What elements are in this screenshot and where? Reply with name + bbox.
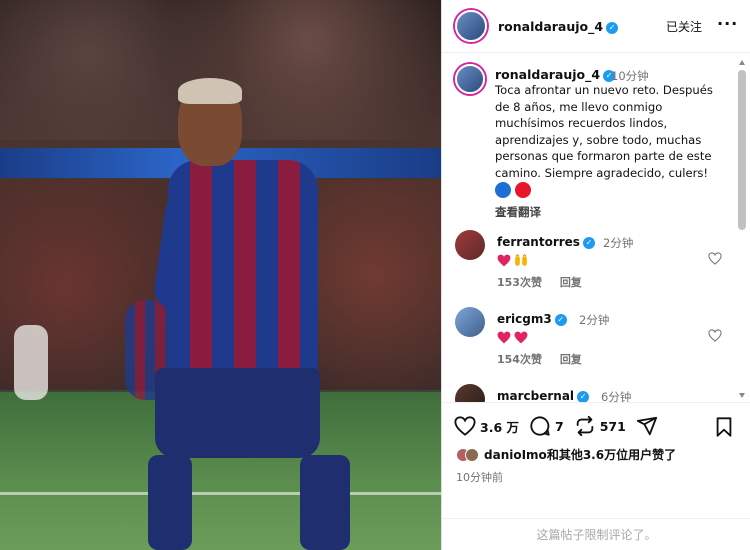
comment-time: 6分钟 [601,390,632,402]
comment-like-heart-icon[interactable] [708,329,722,342]
comment-action[interactable]: 7 [529,415,564,437]
see-translation-link[interactable]: 查看翻译 [495,204,541,220]
like-action[interactable]: 3.6 万 [454,415,519,437]
comment-meta: 153次赞 回复 [497,274,596,290]
comment-text [497,331,528,344]
comment-like-count[interactable]: 154次赞 [497,353,542,366]
commenter-username[interactable]: ferrantorres ✓ [497,235,595,249]
action-row: 3.6 万 7 571 [454,415,668,437]
player-hair [178,78,242,104]
commenter-username[interactable]: marcbernal ✓ [497,389,590,402]
scrollbar[interactable] [738,60,746,398]
caption-text: Toca afrontar un nuevo reto. Después de … [495,83,713,180]
commenter-avatar[interactable] [455,307,485,337]
post-header: ronaldaraujo_4 ✓ 已关注 ··· [442,0,750,53]
comment-text [497,254,528,267]
author-username[interactable]: ronaldaraujo_4 ✓ [498,19,619,34]
comment-meta: 154次赞 回复 [497,351,596,367]
red-circle-icon [515,182,531,198]
like-count: 3.6 万 [480,419,519,435]
reply-button[interactable]: 回复 [560,276,582,289]
verified-badge-icon: ✓ [554,313,567,326]
player-leg [148,455,192,550]
more-options-icon[interactable]: ··· [717,14,738,33]
comment-count: 7 [555,418,564,434]
repost-icon[interactable] [574,415,596,437]
post-side-panel: ronaldaraujo_4 ✓ 已关注 ··· ronaldaraujo_4 ✓ … [441,0,750,550]
comments-restricted-text: 这篇帖子限制评论了。 [536,528,657,542]
red-heart-icon [497,331,511,344]
share-paper-plane-icon[interactable] [636,415,658,437]
comment-item: ferrantorres ✓ 2分钟 153次赞 回复 [455,230,735,300]
blue-circle-icon [495,182,511,198]
player-shorts [155,368,320,458]
posted-time: 10分钟前 [456,471,503,484]
caption-author-avatar[interactable] [455,64,485,94]
commenter-username[interactable]: ericgm3 ✓ [497,312,567,326]
scrollbar-thumb[interactable] [738,70,746,230]
verified-badge-icon: ✓ [606,21,619,34]
liked-by: danioImo和其他3.6万位用户赞了 [456,446,676,463]
player-leg [300,455,350,550]
repost-action[interactable]: 571 [574,415,626,437]
comment-time: 2分钟 [603,236,634,250]
background-player [14,325,48,400]
verified-badge-icon: ✓ [582,236,595,249]
comments-restricted-notice: 这篇帖子限制评论了。 [442,518,750,550]
comment-item: ericgm3 ✓ 2分钟 154次赞 回复 [455,307,735,377]
red-heart-icon [497,254,511,267]
liked-by-text: danioImo和其他3.6万位用户赞了 [484,446,676,463]
verified-badge-icon: ✓ [577,390,590,402]
liked-by-rest[interactable]: 和其他3.6万位用户赞了 [547,448,676,462]
caption-emojis [495,182,531,198]
author-avatar[interactable] [455,10,487,42]
scroll-up-icon[interactable] [739,60,745,65]
scroll-down-icon[interactable] [739,393,745,398]
comment-item: marcbernal ✓ 6分钟 [455,384,735,402]
comment-like-count[interactable]: 153次赞 [497,276,542,289]
commenter-avatar[interactable] [455,230,485,260]
share-action[interactable] [636,415,658,437]
comment-like-heart-icon[interactable] [708,252,722,265]
post-photo[interactable] [0,0,441,550]
following-button[interactable]: 已关注 [666,18,702,35]
reply-button[interactable]: 回复 [560,353,582,366]
red-heart-icon [514,331,528,344]
comments-scroll-area[interactable]: ronaldaraujo_4 ✓ 10分钟 Toca afrontar un nu… [442,54,750,402]
caption-author-username[interactable]: ronaldaraujo_4 ✓ [495,67,616,82]
comment-bubble-icon[interactable] [529,415,551,437]
post-actions: 3.6 万 7 571 danioImo和其他3.6万位用户赞了 10分钟前 这… [442,402,750,550]
pitch-line [0,492,441,495]
repost-count: 571 [599,418,626,434]
commenter-avatar[interactable] [455,384,485,402]
comment-time: 2分钟 [579,313,610,327]
liker-avatar[interactable] [465,447,479,462]
bookmark-icon[interactable] [713,416,735,438]
raised-hands-icon [515,254,527,266]
like-heart-icon[interactable] [454,415,476,437]
liker-username[interactable]: danioImo [484,448,547,462]
player-jersey [168,160,318,380]
